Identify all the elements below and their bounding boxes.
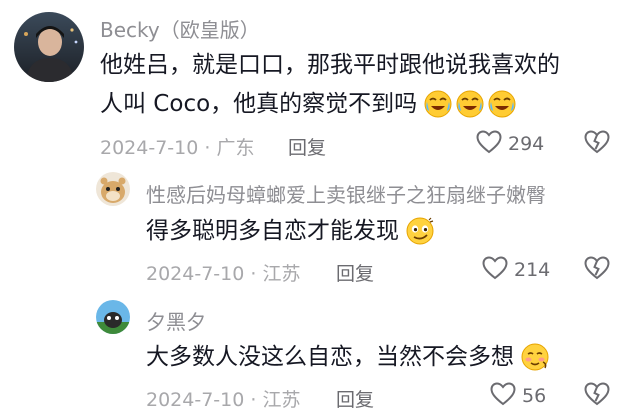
crying-laughing-emoji bbox=[455, 89, 485, 132]
like-button[interactable]: 56 bbox=[490, 382, 546, 410]
crying-laughing-emoji bbox=[487, 89, 517, 132]
reply-button[interactable]: 回复 bbox=[336, 259, 374, 286]
emoji-group bbox=[403, 216, 435, 259]
like-button[interactable]: 294 bbox=[476, 130, 544, 158]
emoji-group bbox=[421, 89, 517, 132]
comment-text-line: 他姓吕，就是口口，那我平时跟他说我喜欢的 bbox=[100, 52, 560, 78]
heart-icon bbox=[490, 382, 516, 410]
crying-laughing-emoji bbox=[423, 89, 453, 132]
avatar[interactable] bbox=[96, 300, 130, 334]
comment-username[interactable]: 夕黑夕 bbox=[146, 306, 206, 335]
avatar[interactable] bbox=[14, 12, 84, 82]
comment-text: 大多数人没这么自恋，当然不会多想 bbox=[146, 338, 550, 385]
like-count: 214 bbox=[514, 259, 551, 281]
broken-heart-icon bbox=[584, 130, 610, 158]
comment-text: 得多聪明多自恋才能发现 bbox=[146, 212, 435, 259]
avatar[interactable] bbox=[96, 172, 130, 206]
comment-date-location: 2024-7-10 · 广东 bbox=[100, 137, 255, 159]
comment-date-location: 2024-7-10 · 江苏 bbox=[146, 389, 301, 411]
like-button[interactable]: 214 bbox=[482, 256, 550, 284]
broken-heart-icon bbox=[584, 382, 610, 410]
emoji-group bbox=[518, 342, 550, 385]
comment-text: 他姓吕，就是口口，那我平时跟他说我喜欢的 人叫 Coco，他真的察觉不到吗 bbox=[100, 46, 560, 132]
comment-text-line: 人叫 Coco，他真的察觉不到吗 bbox=[100, 85, 560, 132]
like-count: 294 bbox=[508, 133, 545, 155]
comment-username[interactable]: Becky（欧皇版） bbox=[100, 14, 260, 43]
like-count: 56 bbox=[522, 385, 547, 407]
reply-button[interactable]: 回复 bbox=[288, 133, 326, 160]
comment-date-location: 2024-7-10 · 江苏 bbox=[146, 263, 301, 285]
comment-username[interactable]: 性感后妈母蟑螂爱上卖银继子之狂扇继子嫩臀 bbox=[146, 179, 546, 208]
blushing-emoji bbox=[520, 342, 550, 385]
heart-icon bbox=[476, 130, 502, 158]
heart-icon bbox=[482, 256, 508, 284]
dislike-button[interactable] bbox=[584, 256, 610, 284]
comment-text-fragment: 人叫 Coco，他真的察觉不到吗 bbox=[100, 91, 418, 117]
comment-text-fragment: 得多聪明多自恋才能发现 bbox=[146, 218, 399, 244]
comment-text-fragment: 大多数人没这么自恋，当然不会多想 bbox=[146, 344, 514, 370]
dislike-button[interactable] bbox=[584, 382, 610, 410]
smirk-emoji bbox=[405, 216, 435, 259]
broken-heart-icon bbox=[584, 256, 610, 284]
dislike-button[interactable] bbox=[584, 130, 610, 158]
reply-button[interactable]: 回复 bbox=[336, 385, 374, 412]
